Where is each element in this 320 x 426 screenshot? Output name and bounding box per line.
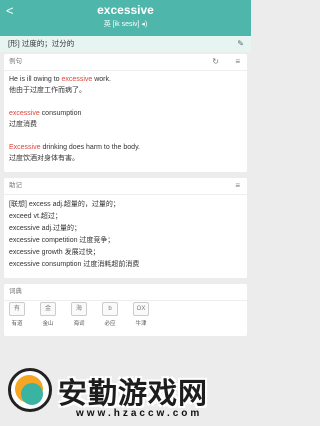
- examples-card: 例句 ↻ ≡ He is ill owing to excessive work…: [4, 54, 247, 172]
- memory-header: 助记 ≡: [4, 178, 247, 195]
- dict-label: 金山: [42, 321, 54, 327]
- watermark-url: www.hzaccw.com: [76, 408, 203, 419]
- dict-bing[interactable]: b 必应: [98, 302, 122, 327]
- edit-icon[interactable]: ✎: [237, 36, 244, 52]
- memory-card: 助记 ≡ [联想] excess adj.超量的，过量的； exceed vt.…: [4, 178, 247, 278]
- youdao-icon: 有: [9, 302, 25, 316]
- examples-title: 例句: [9, 58, 22, 65]
- dict-label: 必应: [104, 321, 116, 327]
- example-zh-3: 过度饮酒对身体有害。: [9, 155, 79, 162]
- example-zh-2: 过度消费: [9, 121, 37, 128]
- memory-line: excessive competition 过度竞争；: [9, 237, 115, 244]
- menu-icon[interactable]: ≡: [235, 54, 240, 70]
- example-en-1: He is ill owing to excessive work.: [9, 76, 111, 83]
- memory-line: excessive adj.过量的；: [9, 225, 81, 232]
- memory-title: 助记: [9, 182, 22, 189]
- example-en-3: Excessive drinking does harm to the body…: [9, 144, 140, 151]
- dict-youdao[interactable]: 有 有道: [5, 302, 29, 327]
- watermark-title: 安勤游戏网: [58, 378, 209, 410]
- header-bar: < excessive 英 [ik sesiv] ◂): [0, 0, 251, 36]
- dict-jinshan[interactable]: 金 金山: [36, 302, 60, 327]
- memory-line: excessive consumption 过度消耗超前消费: [9, 261, 140, 268]
- bing-icon: b: [102, 302, 118, 316]
- refresh-icon[interactable]: ↻: [212, 54, 219, 70]
- dictionary-card: 词典 有 有道 金 金山 海 海词 b 必应 OX 牛津: [4, 284, 247, 336]
- dict-label: 有道: [11, 321, 23, 327]
- meaning-row: [形] 过度的；过分的 ✎: [0, 36, 251, 52]
- example-en-2: excessive consumption: [9, 110, 82, 117]
- haici-icon: 海: [71, 302, 87, 316]
- dictionary-header: 词典: [4, 284, 247, 301]
- dict-haici[interactable]: 海 海词: [67, 302, 91, 327]
- memory-line: excessive growth 发展过快；: [9, 249, 100, 256]
- dict-label: 海词: [73, 321, 85, 327]
- watermark-logo-icon: [8, 368, 52, 412]
- watermark: 安勤游戏网 www.hzaccw.com: [0, 358, 251, 426]
- examples-header: 例句 ↻ ≡: [4, 54, 247, 71]
- dict-label: 牛津: [135, 321, 147, 327]
- dictionary-title: 词典: [9, 288, 22, 295]
- memory-line: exceed vt.超过；: [9, 213, 62, 220]
- jinshan-icon: 金: [40, 302, 56, 316]
- menu-icon[interactable]: ≡: [235, 178, 240, 194]
- meaning-text: [形] 过度的；过分的: [8, 39, 75, 48]
- dict-oxford[interactable]: OX 牛津: [129, 302, 153, 327]
- phonetic-pronunciation[interactable]: 英 [ik sesiv] ◂): [0, 20, 251, 29]
- word-title: excessive: [97, 3, 154, 17]
- example-zh-1: 他由于过度工作而病了。: [9, 87, 86, 94]
- memory-line: [联想] excess adj.超量的，过量的；: [9, 201, 120, 208]
- oxford-icon: OX: [133, 302, 149, 316]
